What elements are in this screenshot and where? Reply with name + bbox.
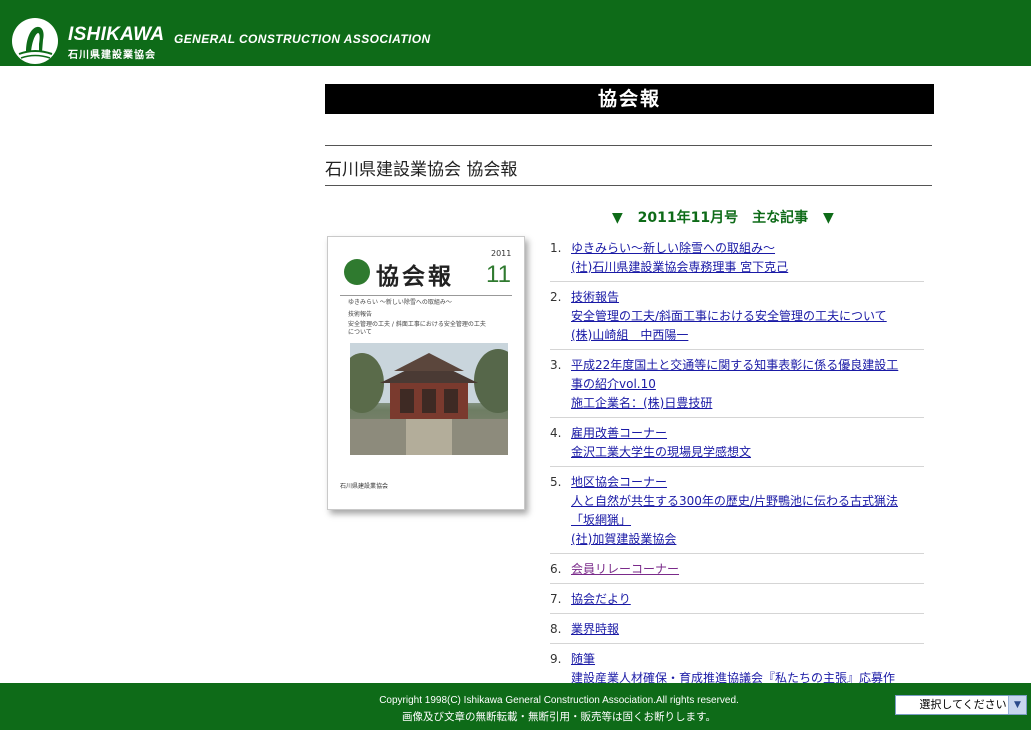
article-number: 4. bbox=[550, 426, 562, 440]
list-item: 2. 技術報告 安全管理の工夫/斜面工事における安全管理の工夫について (株)山… bbox=[550, 286, 924, 350]
cover-year: 2011 bbox=[491, 249, 512, 258]
article-link[interactable]: 技術報告 bbox=[571, 288, 924, 307]
article-number: 5. bbox=[550, 475, 562, 489]
article-number: 1. bbox=[550, 241, 562, 255]
association-logo-icon[interactable] bbox=[12, 18, 58, 64]
article-link[interactable]: 事の紹介vol.10 bbox=[571, 375, 924, 394]
brand-japanese-name: 石川県建設業協会 bbox=[68, 50, 156, 61]
site-footer: Copyright 1998(C) Ishikawa General Const… bbox=[0, 683, 1031, 730]
article-number: 2. bbox=[550, 290, 562, 304]
cover-line: について bbox=[348, 329, 372, 336]
article-link[interactable]: (株)山崎組 中西陽一 bbox=[571, 326, 924, 345]
cover-divider bbox=[340, 295, 512, 296]
article-link[interactable]: 地区協会コーナー bbox=[571, 473, 924, 492]
cover-title: 協会報 bbox=[376, 263, 454, 290]
list-item: 3. 平成22年度国土と交通等に関する知事表彰に係る優良建設工 事の紹介vol.… bbox=[550, 354, 924, 418]
cover-line: 安全管理の工夫 / 斜面工事における安全管理の工夫 bbox=[348, 321, 486, 328]
copyright-text: Copyright 1998(C) Ishikawa General Const… bbox=[379, 695, 739, 706]
article-link[interactable]: 人と自然が共生する300年の歴史/片野鴨池に伝わる古式猟法 bbox=[571, 492, 924, 511]
cover-line: 技術報告 bbox=[348, 311, 373, 318]
copyright-notice: 画像及び文章の無断転載・無断引用・販売等は固くお断りします。 bbox=[402, 711, 716, 723]
cover-line: ゆきみらい ～新しい除雪への取組み～ bbox=[348, 299, 452, 306]
list-item: 4. 雇用改善コーナー 金沢工業大学生の現場見学感想文 bbox=[550, 422, 924, 467]
article-number: 3. bbox=[550, 358, 562, 372]
shrine-photo bbox=[350, 343, 508, 455]
cover-issue-number: 11 bbox=[486, 261, 511, 288]
article-link[interactable]: 施工企業名：(株)日豊技研 bbox=[571, 394, 924, 413]
article-link[interactable]: 随筆 bbox=[571, 650, 924, 669]
cover-logo-icon bbox=[344, 259, 370, 285]
section-heading-text: 2011年11月号 主な記事 bbox=[637, 210, 809, 226]
article-number: 8. bbox=[550, 622, 562, 636]
brand-subtitle: GENERAL CONSTRUCTION ASSOCIATION bbox=[174, 32, 431, 46]
article-number: 9. bbox=[550, 652, 562, 666]
article-link[interactable]: 「坂網猟」 bbox=[571, 511, 924, 530]
divider-bottom bbox=[325, 185, 932, 186]
article-link[interactable]: (社)加賀建設業協会 bbox=[571, 530, 924, 549]
article-number: 7. bbox=[550, 592, 562, 606]
section-heading: ▼ 2011年11月号 主な記事 ▼ bbox=[612, 207, 834, 227]
article-link[interactable]: 業界時報 bbox=[571, 620, 924, 639]
article-link[interactable]: 協会だより bbox=[571, 590, 924, 609]
select-value: 選択してください bbox=[919, 698, 1007, 711]
divider-top bbox=[325, 145, 932, 146]
article-link[interactable]: (社)石川県建設業協会専務理事 宮下克己 bbox=[571, 258, 924, 277]
page-subtitle: 石川県建設業協会 協会報 bbox=[325, 160, 518, 180]
cover-publisher: 石川県建設業協会 bbox=[340, 483, 389, 490]
article-link[interactable]: 雇用改善コーナー bbox=[571, 424, 924, 443]
list-item: 6. 会員リレーコーナー bbox=[550, 558, 924, 584]
chevron-down-icon[interactable]: ▼ bbox=[1008, 696, 1026, 714]
article-link[interactable]: ゆきみらい～新しい除雪への取組み～ bbox=[571, 239, 924, 258]
article-link[interactable]: 平成22年度国土と交通等に関する知事表彰に係る優良建設工 bbox=[571, 356, 924, 375]
site-header: ISHIKAWA GENERAL CONSTRUCTION ASSOCIATIO… bbox=[0, 0, 1031, 66]
triangle-down-icon: ▼ bbox=[612, 210, 623, 226]
brand-name: ISHIKAWA bbox=[68, 24, 165, 45]
article-link[interactable]: 金沢工業大学生の現場見学感想文 bbox=[571, 443, 924, 462]
list-item: 8. 業界時報 bbox=[550, 618, 924, 644]
list-item: 1. ゆきみらい～新しい除雪への取組み～ (社)石川県建設業協会専務理事 宮下克… bbox=[550, 237, 924, 282]
article-number: 6. bbox=[550, 562, 562, 576]
article-link[interactable]: 安全管理の工夫/斜面工事における安全管理の工夫について bbox=[571, 307, 924, 326]
list-item: 5. 地区協会コーナー 人と自然が共生する300年の歴史/片野鴨池に伝わる古式猟… bbox=[550, 471, 924, 554]
page-select-dropdown[interactable]: 選択してください ▼ bbox=[895, 695, 1027, 715]
triangle-down-icon: ▼ bbox=[822, 210, 834, 226]
page-title: 協会報 bbox=[325, 84, 934, 114]
article-list: 1. ゆきみらい～新しい除雪への取組み～ (社)石川県建設業協会専務理事 宮下克… bbox=[550, 237, 924, 697]
list-item: 7. 協会だより bbox=[550, 588, 924, 614]
article-link[interactable]: 会員リレーコーナー bbox=[571, 560, 924, 579]
magazine-cover-image: 協会報 2011 11 ゆきみらい ～新しい除雪への取組み～ 技術報告 安全管理… bbox=[327, 236, 525, 510]
